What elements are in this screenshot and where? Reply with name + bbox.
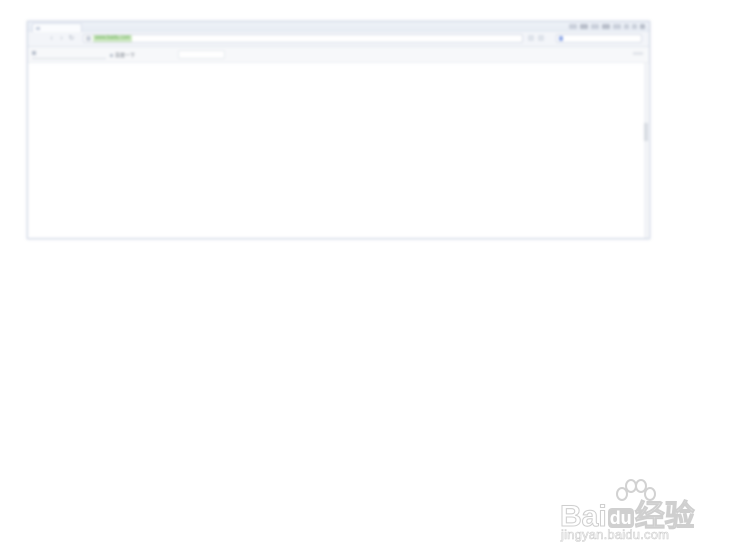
scrollbar[interactable] xyxy=(644,63,648,238)
paw-icon xyxy=(559,36,563,41)
bookmark-strip[interactable] xyxy=(178,50,225,59)
forward-arrow-icon[interactable]: › xyxy=(58,35,65,42)
refresh-icon[interactable]: ↻ xyxy=(68,35,75,42)
page-content xyxy=(28,63,649,238)
title-bar xyxy=(28,22,649,33)
bookmark-item-label: 百度一下 xyxy=(115,53,136,59)
bookmark-field[interactable] xyxy=(32,50,106,59)
page-icon xyxy=(86,36,91,41)
logo-text-du: du xyxy=(607,508,634,529)
address-url[interactable]: www.baidu.com xyxy=(93,35,133,42)
back-arrow-icon[interactable]: ‹ xyxy=(48,35,55,42)
settings-icon[interactable] xyxy=(602,24,610,29)
search-box[interactable] xyxy=(556,34,642,43)
close-icon[interactable] xyxy=(640,24,645,29)
maximize-icon[interactable] xyxy=(632,24,637,29)
star-icon[interactable] xyxy=(528,35,534,41)
lightning-icon[interactable] xyxy=(538,35,544,41)
minimize-icon[interactable] xyxy=(624,24,629,29)
skin-icon[interactable] xyxy=(569,24,577,29)
bookmark-favicon-icon xyxy=(110,54,113,58)
address-bar[interactable]: www.baidu.com xyxy=(83,34,523,43)
watermark: Bai du 经验 jingyan.baidu.com xyxy=(560,477,700,549)
bookmark-overflow-icon[interactable] xyxy=(633,52,643,55)
bookmark-icon xyxy=(32,51,36,55)
watermark-url: jingyan.baidu.com xyxy=(561,527,670,543)
user-icon[interactable] xyxy=(591,24,599,29)
navigation-bar: ‹ › ↻ www.baidu.com xyxy=(28,32,649,47)
window-controls xyxy=(569,24,645,30)
tab-favicon-icon xyxy=(36,27,40,30)
menu-icon[interactable] xyxy=(580,24,588,29)
browser-window: ‹ › ↻ www.baidu.com 百度一下 xyxy=(27,21,650,239)
bookmark-item[interactable]: 百度一下 xyxy=(110,52,135,59)
tools-icon[interactable] xyxy=(613,24,621,29)
bookmarks-bar: 百度一下 xyxy=(28,47,649,63)
scrollbar-thumb[interactable] xyxy=(644,123,648,141)
